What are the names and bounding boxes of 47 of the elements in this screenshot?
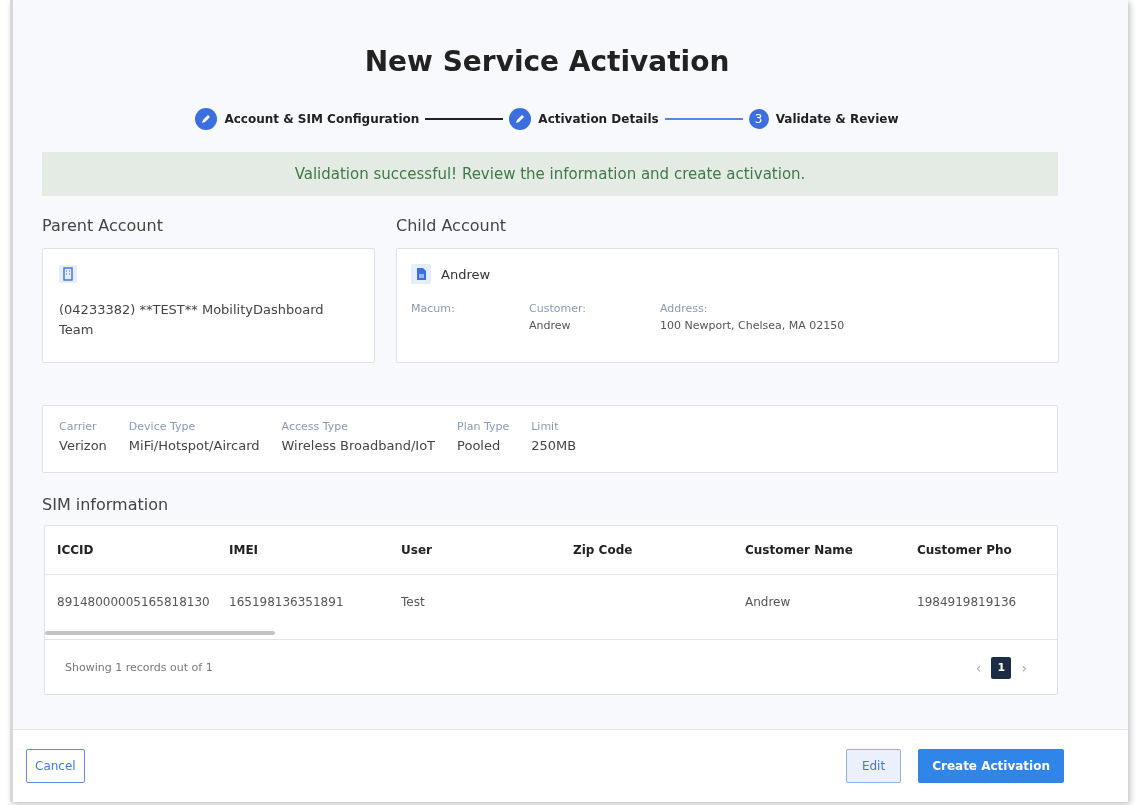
section-heading: Child Account <box>396 216 508 237</box>
field-value: Andrew <box>529 319 572 332</box>
field-value: 100 Newport, Chelsea, MA 02150 <box>660 319 845 332</box>
document-icon <box>411 264 431 284</box>
column-header: Zip Code <box>573 543 634 557</box>
table-cell: 89148000005165818130 <box>57 595 210 609</box>
field-label: Limit <box>531 420 560 433</box>
field-label: Access Type <box>281 420 349 433</box>
previous-page-button[interactable]: ‹ <box>975 659 982 676</box>
section-heading: Parent Account <box>42 216 164 237</box>
edit-button[interactable]: Edit <box>845 749 902 783</box>
account-name: (04233382) **TEST** MobilityDashboard Team <box>59 301 325 339</box>
column-header: Customer Name <box>745 543 854 557</box>
column-header: IMEI <box>229 543 260 557</box>
field-value: Wireless Broadband/IoT <box>281 438 436 453</box>
field-value: MiFi/Hotspot/Aircard <box>128 438 260 453</box>
field-label: Address: <box>660 302 709 315</box>
page-button[interactable]: 1 <box>991 656 1012 679</box>
table-cell: Test <box>401 595 425 609</box>
column-header: ICCID <box>57 543 95 557</box>
field-label: Device Type <box>128 420 197 433</box>
account-name: Andrew <box>441 266 491 282</box>
field-label: Customer: <box>529 302 587 315</box>
field-label: Macum: <box>411 302 456 315</box>
step-label[interactable]: Validate & Review <box>775 112 899 126</box>
success-banner: Validation successful! Review the information and create activation. <box>42 152 1058 196</box>
dialog-title: New Service Activation <box>363 44 731 80</box>
step-label[interactable]: Activation Details <box>538 112 659 126</box>
column-header: Customer Pho <box>917 543 1013 557</box>
table-cell: 1984919819136 <box>917 595 1017 609</box>
field-label: Carrier <box>59 420 98 433</box>
field-value: 250MB <box>531 438 577 453</box>
records-summary: Showing 1 records out of 1 <box>65 661 213 674</box>
cancel-button[interactable]: Cancel <box>26 749 85 783</box>
table-cell: 165198136351891 <box>229 595 344 609</box>
scrollbar-thumb[interactable] <box>45 631 275 635</box>
field-value: Verizon <box>59 438 107 453</box>
section-heading: SIM information <box>42 495 170 516</box>
table-cell: Andrew <box>745 595 791 609</box>
field-value: Pooled <box>457 438 502 453</box>
create-activation-button[interactable]: Create Activation <box>918 749 1064 783</box>
column-header: User <box>401 543 433 557</box>
step-label[interactable]: Account & SIM Configuration <box>224 112 420 126</box>
next-page-button[interactable]: › <box>1021 659 1027 676</box>
field-label: Plan Type <box>457 420 510 433</box>
step-number: 3 <box>748 109 769 129</box>
building-icon <box>59 265 77 283</box>
